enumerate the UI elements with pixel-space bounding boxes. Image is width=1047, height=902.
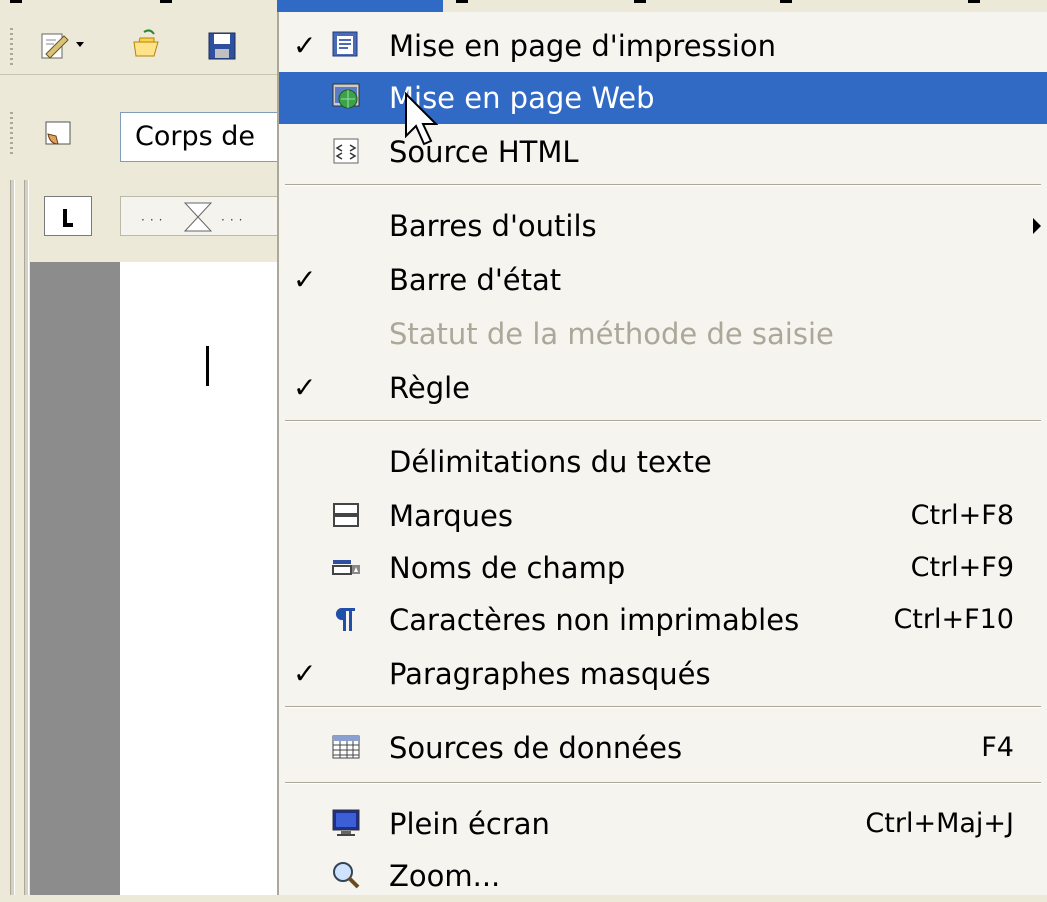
- menu-item-input-method-status: Statut de la méthode de saisie: [279, 308, 1047, 360]
- toolbar-grip[interactable]: [10, 28, 13, 68]
- pilcrow-icon: [335, 608, 355, 631]
- menu-separator: [285, 420, 1041, 422]
- mouse-pointer-icon: [405, 92, 439, 146]
- text-cursor: [206, 346, 209, 386]
- menu-item-label: Plein écran: [389, 807, 550, 841]
- left-tab-icon: [63, 209, 73, 227]
- vertical-divider: [10, 180, 15, 895]
- menu-item-label: Marques: [389, 499, 513, 533]
- check-icon: ✓: [293, 657, 317, 690]
- menu-item-web-layout[interactable]: Mise en page Web: [279, 72, 1047, 124]
- field-names-icon: [332, 560, 360, 575]
- menu-item-label: Paragraphes masqués: [389, 657, 711, 691]
- menu-item-marks[interactable]: Marques Ctrl+F8: [279, 490, 1047, 542]
- print-layout-icon: [332, 31, 358, 57]
- menu-item-text-boundaries[interactable]: Délimitations du texte: [279, 436, 1047, 488]
- menu-item-data-sources[interactable]: Sources de données F4: [279, 722, 1047, 774]
- menu-mnemonic-underline: [10, 0, 22, 3]
- menu-item-label: Zoom...: [389, 859, 501, 893]
- menu-item-label: Règle: [389, 371, 470, 405]
- menu-item-print-layout[interactable]: ✓ Mise en page d'impression: [279, 20, 1047, 72]
- edit-file-icon[interactable]: [38, 28, 72, 62]
- standard-toolbar: [0, 18, 280, 75]
- menu-separator: [285, 706, 1041, 708]
- menu-item-label: Délimitations du texte: [389, 445, 712, 479]
- menu-bar: [0, 0, 1047, 12]
- indent-marker-icon[interactable]: [183, 201, 213, 233]
- menu-mnemonic-underline: [456, 0, 468, 3]
- menu-item-label: Mise en page d'impression: [389, 29, 776, 63]
- menu-item-field-names[interactable]: Noms de champ Ctrl+F9: [279, 542, 1047, 594]
- chevron-down-icon[interactable]: [72, 36, 88, 52]
- paragraph-style-combo[interactable]: Corps de: [120, 112, 290, 162]
- menu-item-zoom[interactable]: Zoom...: [279, 850, 1047, 902]
- check-icon: ✓: [293, 263, 317, 296]
- check-icon: ✓: [293, 371, 317, 404]
- horizontal-ruler[interactable]: ··· ···: [120, 196, 280, 236]
- shortcut-label: Ctrl+F8: [910, 500, 1014, 531]
- menu-view-active[interactable]: [277, 0, 443, 12]
- data-sources-icon: [332, 735, 360, 759]
- shortcut-label: Ctrl+F10: [893, 604, 1014, 635]
- menu-item-toolbars[interactable]: Barres d'outils: [279, 200, 1047, 252]
- menu-mnemonic-underline: [160, 0, 172, 3]
- check-icon: ✓: [293, 29, 317, 62]
- menu-item-nonprinting-chars[interactable]: Caractères non imprimables Ctrl+F10: [279, 594, 1047, 646]
- toolbar-grip[interactable]: [10, 112, 13, 156]
- menu-item-label: Caractères non imprimables: [389, 603, 800, 637]
- menu-separator: [285, 184, 1041, 186]
- document-margin: [30, 262, 120, 895]
- document-page[interactable]: [120, 262, 280, 895]
- web-layout-icon: [332, 83, 360, 109]
- ruler-ticks: ···: [221, 213, 248, 227]
- menu-item-label: Statut de la méthode de saisie: [389, 317, 834, 351]
- menu-item-full-screen[interactable]: Plein écran Ctrl+Maj+J: [279, 798, 1047, 850]
- open-folder-icon[interactable]: [100, 26, 160, 60]
- marks-icon: [333, 503, 359, 527]
- vertical-divider: [24, 180, 29, 895]
- shortcut-label: Ctrl+F9: [910, 552, 1014, 583]
- menu-item-label: Barre d'état: [389, 263, 562, 297]
- menu-separator: [285, 782, 1041, 784]
- menu-item-label: Barres d'outils: [389, 209, 597, 243]
- zoom-icon: [333, 862, 360, 889]
- shortcut-label: Ctrl+Maj+J: [865, 808, 1014, 839]
- menu-mnemonic-underline: [780, 0, 792, 3]
- view-menu-dropdown: ✓ Mise en page d'impression Mise en page…: [277, 12, 1047, 895]
- menu-mnemonic-underline: [968, 0, 980, 3]
- html-source-icon: [333, 138, 359, 164]
- menu-item-status-bar[interactable]: ✓ Barre d'état: [279, 254, 1047, 306]
- styles-icon[interactable]: [40, 116, 74, 150]
- menu-mnemonic-underline: [634, 0, 646, 3]
- submenu-arrow-icon: [1033, 218, 1041, 234]
- monitor-icon: [332, 809, 360, 836]
- menu-item-label: Sources de données: [389, 731, 683, 765]
- menu-item-html-source[interactable]: Source HTML: [279, 126, 1047, 178]
- shortcut-label: F4: [981, 732, 1014, 763]
- menu-item-hidden-paragraphs[interactable]: ✓ Paragraphes masqués: [279, 648, 1047, 700]
- ruler-ticks: ···: [141, 213, 168, 227]
- tab-stop-selector[interactable]: [44, 196, 92, 236]
- menu-item-ruler[interactable]: ✓ Règle: [279, 362, 1047, 414]
- save-icon[interactable]: [206, 30, 238, 62]
- menu-item-label: Noms de champ: [389, 551, 626, 585]
